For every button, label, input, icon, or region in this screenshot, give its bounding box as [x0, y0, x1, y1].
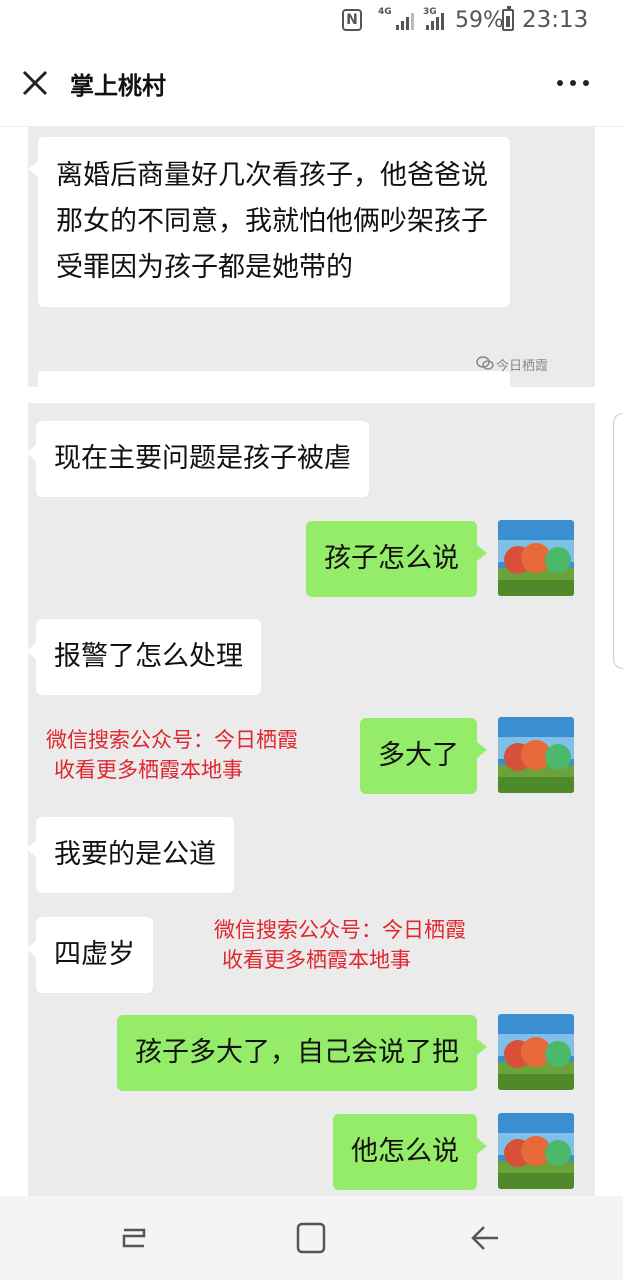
- nfc-icon: N: [342, 9, 362, 31]
- watermark-label: 今日栖霞: [496, 359, 549, 374]
- recent-apps-icon: [122, 1228, 146, 1248]
- message-bubble-left-partial: [28, 371, 510, 411]
- overlay-line-1: 微信搜索公众号：今日栖霞: [46, 728, 298, 752]
- back-button[interactable]: [464, 1216, 508, 1260]
- message-bubble-right: 孩子怎么说: [306, 521, 487, 597]
- avatar[interactable]: [498, 1113, 574, 1189]
- avatar[interactable]: [498, 1014, 574, 1090]
- signal-4g-icon: [396, 13, 414, 30]
- signal-3g-icon: [426, 13, 444, 30]
- message-bubble-left: 报警了怎么处理: [26, 619, 261, 695]
- message-bubble-left: 离婚后商量好几次看孩子，他爸爸说那女的不同意，我就怕他俩吵架孩子受罪因为孩子都是…: [28, 137, 510, 307]
- network-4g-label: 4G: [378, 7, 392, 17]
- avatar[interactable]: [498, 520, 574, 596]
- message-bubble-right: 多大了: [360, 718, 487, 794]
- home-icon: [296, 1222, 326, 1254]
- avatar-image: [498, 717, 574, 793]
- avatar-image: [498, 520, 574, 596]
- chat-screenshot-1: 离婚后商量好几次看孩子，他爸爸说那女的不同意，我就怕他俩吵架孩子受罪因为孩子都是…: [28, 127, 595, 411]
- overlay-promo-text: 微信搜索公众号：今日栖霞 收看更多栖霞本地事: [46, 725, 298, 785]
- avatar-image: [498, 1113, 574, 1189]
- more-button[interactable]: [548, 68, 598, 98]
- message-bubble-left: 现在主要问题是孩子被虐: [26, 421, 369, 497]
- battery-icon: [502, 6, 514, 31]
- message-bubble-left: 四虚岁: [26, 917, 153, 993]
- message-bubble-right: 孩子多大了，自己会说了把: [117, 1015, 487, 1091]
- chat-screenshot-2: 现在主要问题是孩子被虐 孩子怎么说 报警了怎么处理 多大了 我要的是公道 四虚岁…: [26, 403, 595, 1196]
- wechat-icon: [476, 356, 494, 370]
- overlay-line-2: 收看更多栖霞本地事: [54, 758, 243, 782]
- title-bar: 掌上桃村: [0, 44, 623, 127]
- article-content[interactable]: 离婚后商量好几次看孩子，他爸爸说那女的不同意，我就怕他俩吵架孩子受罪因为孩子都是…: [0, 127, 623, 1196]
- back-icon: [471, 1226, 498, 1250]
- overlay-promo-text: 微信搜索公众号：今日栖霞 收看更多栖霞本地事: [214, 915, 466, 975]
- overlay-line-1: 微信搜索公众号：今日栖霞: [214, 918, 466, 942]
- status-bar: N 4G 3G 59% 23:13: [0, 0, 623, 44]
- home-button[interactable]: [290, 1216, 334, 1260]
- message-bubble-left: 我要的是公道: [26, 817, 234, 893]
- close-icon: [22, 70, 48, 96]
- navigation-bar: [0, 1196, 623, 1280]
- recent-apps-button[interactable]: [114, 1216, 158, 1260]
- overlay-line-2: 收看更多栖霞本地事: [222, 948, 411, 972]
- avatar[interactable]: [498, 717, 574, 793]
- clock: 23:13: [522, 7, 589, 33]
- message-bubble-right: 他怎么说: [333, 1114, 487, 1190]
- close-button[interactable]: [16, 64, 56, 104]
- avatar-image: [498, 1014, 574, 1090]
- battery-percent: 59%: [455, 8, 504, 33]
- more-icon: [557, 80, 589, 86]
- scroll-handle[interactable]: [613, 413, 623, 669]
- page-title: 掌上桃村: [70, 72, 166, 100]
